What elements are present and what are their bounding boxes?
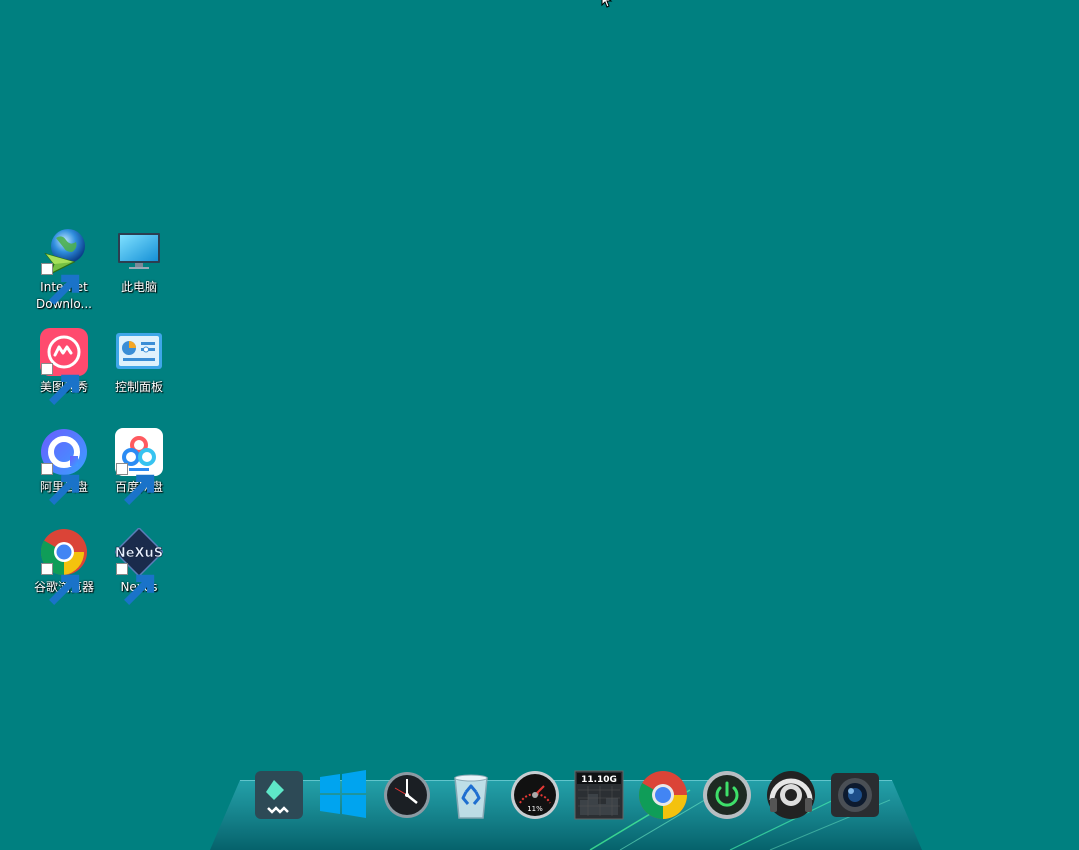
desktop-icon-label: 此电脑 xyxy=(120,280,157,294)
dock-item-chrome[interactable] xyxy=(638,770,688,820)
dock-item-clock[interactable] xyxy=(382,770,432,820)
desktop-icon-aliyun-drive[interactable]: 阿里云盘 xyxy=(28,428,100,505)
dock-item-windows-start[interactable] xyxy=(318,770,368,820)
ram-meter-value: 11.10G xyxy=(581,775,617,785)
chrome-icon xyxy=(40,528,88,605)
dock-item-cpu-meter[interactable]: 11% xyxy=(510,770,560,820)
dock-item-power[interactable] xyxy=(702,770,752,820)
shortcut-arrow-icon xyxy=(41,463,80,505)
windows-logo-icon xyxy=(320,770,366,818)
dock-item-recycle-bin[interactable] xyxy=(446,770,496,820)
shortcut-arrow-icon xyxy=(41,563,80,605)
desktop-icon-label: 控制面板 xyxy=(114,380,163,394)
shortcut-arrow-icon xyxy=(41,363,80,405)
shortcut-arrow-icon xyxy=(116,563,155,605)
mouse-cursor-icon xyxy=(601,0,613,8)
dock-item-ram-meter[interactable]: 11.10G xyxy=(574,770,624,820)
meitu-icon xyxy=(40,328,88,405)
svg-text:NeXuS: NeXuS xyxy=(115,546,163,561)
power-icon xyxy=(703,771,751,819)
dock-item-filmora[interactable] xyxy=(254,770,304,820)
monitor-icon xyxy=(115,228,163,276)
shortcut-arrow-icon xyxy=(116,463,155,505)
nexus-icon: NeXuS xyxy=(115,528,163,605)
baidu-netdisk-icon xyxy=(115,428,163,505)
speedometer-icon: 11% xyxy=(511,771,559,819)
shortcut-arrow-icon xyxy=(41,263,80,305)
recycle-bin-icon xyxy=(454,774,488,819)
desktop-icon-nexus[interactable]: NeXuS Nexus xyxy=(103,528,175,605)
internet-download-manager-icon xyxy=(40,228,88,305)
chrome-icon xyxy=(638,771,687,819)
speaker-icon xyxy=(767,771,815,819)
control-panel-icon xyxy=(115,328,163,376)
memory-meter-icon: 11.10G xyxy=(574,770,624,820)
desktop-icon-meitu[interactable]: 美图秀秀 xyxy=(28,328,100,405)
desktop[interactable]: Internet Downlo... 此电脑 美图秀秀 控制面板 阿里云盘 百度… xyxy=(0,0,1079,850)
cpu-meter-value: 11% xyxy=(527,805,543,813)
filmora-icon xyxy=(255,771,303,819)
camera-icon xyxy=(831,773,879,817)
clock-icon xyxy=(384,772,430,818)
desktop-icon-this-pc[interactable]: 此电脑 xyxy=(103,228,175,296)
desktop-icon-baidu-netdisk[interactable]: 百度网盘 xyxy=(103,428,175,505)
dock-item-media-player[interactable] xyxy=(766,770,816,820)
desktop-icon-idm[interactable]: Internet Downlo... xyxy=(28,228,100,313)
aliyun-drive-icon xyxy=(40,428,88,505)
dock: 11% 11.10G xyxy=(250,768,890,828)
dock-item-camera[interactable] xyxy=(830,770,880,820)
desktop-icon-control-panel[interactable]: 控制面板 xyxy=(103,328,175,396)
desktop-icon-chrome[interactable]: 谷歌浏览器 xyxy=(28,528,100,605)
